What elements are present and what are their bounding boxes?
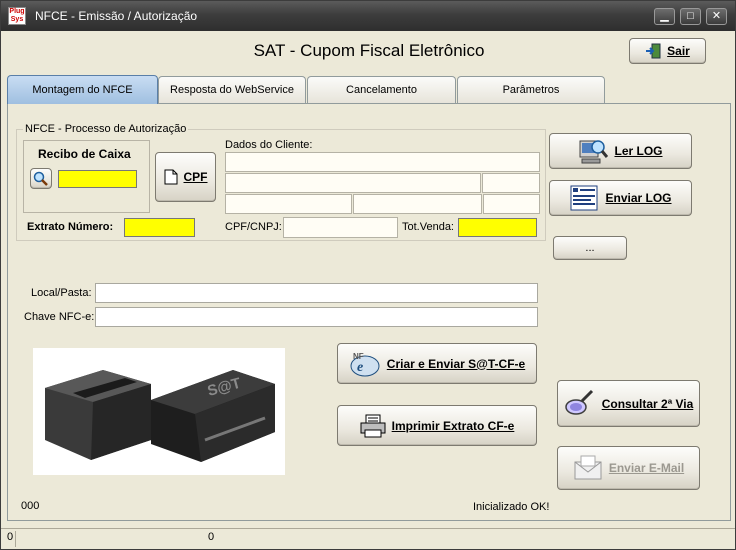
tab-resposta-webservice[interactable]: Resposta do WebService	[158, 76, 306, 103]
document-icon	[164, 169, 177, 185]
status-message: Inicializado OK!	[473, 501, 550, 513]
ellipsis-label: ...	[585, 242, 595, 254]
enviar-email-label: Enviar E-Mail	[608, 461, 685, 475]
imprimir-label: Imprimir Extrato CF-e	[391, 418, 515, 433]
nfe-logo-icon: e NF	[350, 352, 380, 376]
cpf-cnpj-input[interactable]	[283, 217, 398, 238]
svg-text:e: e	[357, 360, 363, 375]
minimize-button[interactable]: ▁	[654, 8, 675, 25]
tab-label: Parâmetros	[502, 84, 560, 96]
chave-label: Chave NFC-e:	[24, 311, 95, 323]
cpf-label: CPF	[183, 170, 208, 184]
local-pasta-label: Local/Pasta:	[31, 287, 92, 299]
consultar-2via-button[interactable]: Consultar 2ª Via	[557, 380, 700, 427]
title-bar[interactable]: Plug Sys NFCE - Emissão / Autorização ▁ …	[1, 1, 735, 31]
enviar-log-label: Enviar LOG	[605, 191, 672, 205]
document-list-icon	[570, 185, 598, 211]
search-recibo-button[interactable]	[30, 168, 52, 189]
cliente-label: Dados do Cliente:	[225, 139, 313, 151]
imprimir-extrato-button[interactable]: Imprimir Extrato CF-e	[337, 405, 537, 446]
cpf-cnpj-label: CPF/CNPJ:	[225, 221, 282, 233]
recibo-label: Recibo de Caixa	[38, 147, 131, 161]
exit-button[interactable]: Sair	[629, 38, 706, 64]
window-title: NFCE - Emissão / Autorização	[35, 9, 198, 23]
printer-icon	[360, 414, 386, 437]
statusbar-separator	[15, 531, 16, 547]
group-title: NFCE - Processo de Autorização	[23, 123, 189, 135]
cpf-button[interactable]: CPF	[155, 152, 216, 202]
chave-input[interactable]	[95, 307, 538, 327]
cliente-bairro-field[interactable]	[225, 194, 352, 214]
recibo-input[interactable]	[58, 170, 137, 188]
tot-venda-input[interactable]	[458, 218, 537, 237]
extrato-input[interactable]	[124, 218, 195, 237]
enviar-log-button[interactable]: Enviar LOG	[549, 180, 692, 216]
log-magnifier-icon	[579, 140, 609, 164]
exit-label: Sair	[667, 44, 690, 58]
magnifier-icon	[564, 389, 593, 415]
cliente-nome-field[interactable]	[225, 152, 540, 172]
criar-enviar-button[interactable]: e NF Criar e Enviar S@T-CF-e	[337, 343, 537, 384]
extrato-label: Extrato Número:	[27, 221, 114, 233]
maximize-button[interactable]: □	[680, 8, 701, 25]
magnifier-icon	[33, 171, 48, 186]
tab-parametros[interactable]: Parâmetros	[457, 76, 605, 103]
close-button[interactable]: ✕	[706, 8, 727, 25]
tab-label: Resposta do WebService	[170, 84, 294, 96]
app-window: Plug Sys NFCE - Emissão / Autorização ▁ …	[0, 0, 736, 550]
ellipsis-button[interactable]: ...	[553, 236, 627, 260]
ler-log-label: Ler LOG	[614, 144, 663, 158]
cliente-uf-field[interactable]	[483, 194, 540, 214]
ler-log-button[interactable]: Ler LOG	[549, 133, 692, 169]
tot-venda-label: Tot.Venda:	[402, 221, 454, 233]
criar-enviar-label: Criar e Enviar S@T-CF-e	[386, 356, 526, 371]
tab-label: Montagem do NFCE	[32, 84, 133, 96]
cliente-numero-field[interactable]	[482, 173, 540, 193]
statusbar-left: 0	[7, 531, 14, 543]
app-icon: Plug Sys	[8, 7, 26, 25]
svg-text:NF: NF	[353, 352, 364, 361]
exit-door-icon	[646, 43, 661, 59]
tab-cancelamento[interactable]: Cancelamento	[307, 76, 456, 103]
envelope-icon	[574, 455, 602, 480]
tab-label: Cancelamento	[346, 84, 417, 96]
consultar-label: Consultar 2ª Via	[601, 396, 694, 411]
page-title: SAT - Cupom Fiscal Eletrônico	[253, 41, 485, 60]
status-code: 000	[21, 500, 40, 512]
cliente-cidade-field[interactable]	[353, 194, 482, 214]
tab-montagem[interactable]: Montagem do NFCE	[7, 75, 158, 104]
status-bar: 0 0	[1, 528, 735, 549]
statusbar-middle: 0	[208, 531, 215, 543]
cliente-endereco-field[interactable]	[225, 173, 481, 193]
local-pasta-input[interactable]	[95, 283, 538, 303]
enviar-email-button[interactable]: Enviar E-Mail	[557, 446, 700, 490]
sat-printer-image: S@T	[33, 348, 285, 475]
